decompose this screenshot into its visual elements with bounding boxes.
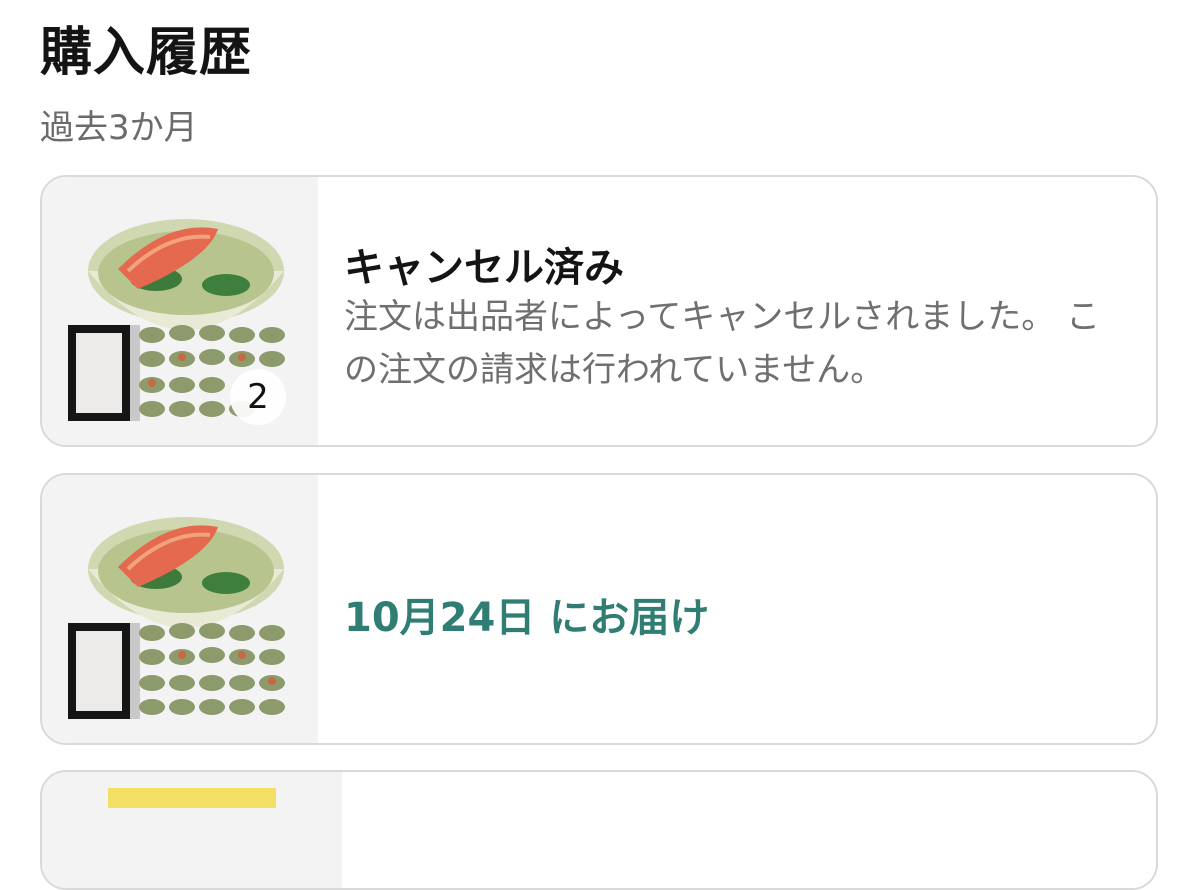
order-status-description: 注文は出品者によってキャンセルされました。 この注文の請求は行われていません。 [344, 297, 1101, 390]
period-label: 過去3か月 [40, 108, 198, 148]
product-thumbnail-image [68, 517, 285, 719]
product-thumbnail-image [108, 788, 276, 808]
order-card[interactable] [40, 770, 1158, 890]
product-thumbnail-panel [42, 475, 318, 743]
product-thumbnail-panel [42, 772, 342, 888]
page-title: 購入履歴 [40, 23, 253, 83]
product-thumbnail-panel: 2 [42, 177, 318, 445]
quantity-badge: 2 [230, 369, 286, 425]
order-status-title: キャンセル済み [344, 245, 624, 291]
order-card[interactable]: 10月24日 にお届け [40, 473, 1158, 745]
delivery-date-label: 10月24日 にお届け [344, 595, 710, 641]
order-card[interactable]: 2 キャンセル済み 注文は出品者によってキャンセルされました。 この注文の請求は… [40, 175, 1158, 447]
